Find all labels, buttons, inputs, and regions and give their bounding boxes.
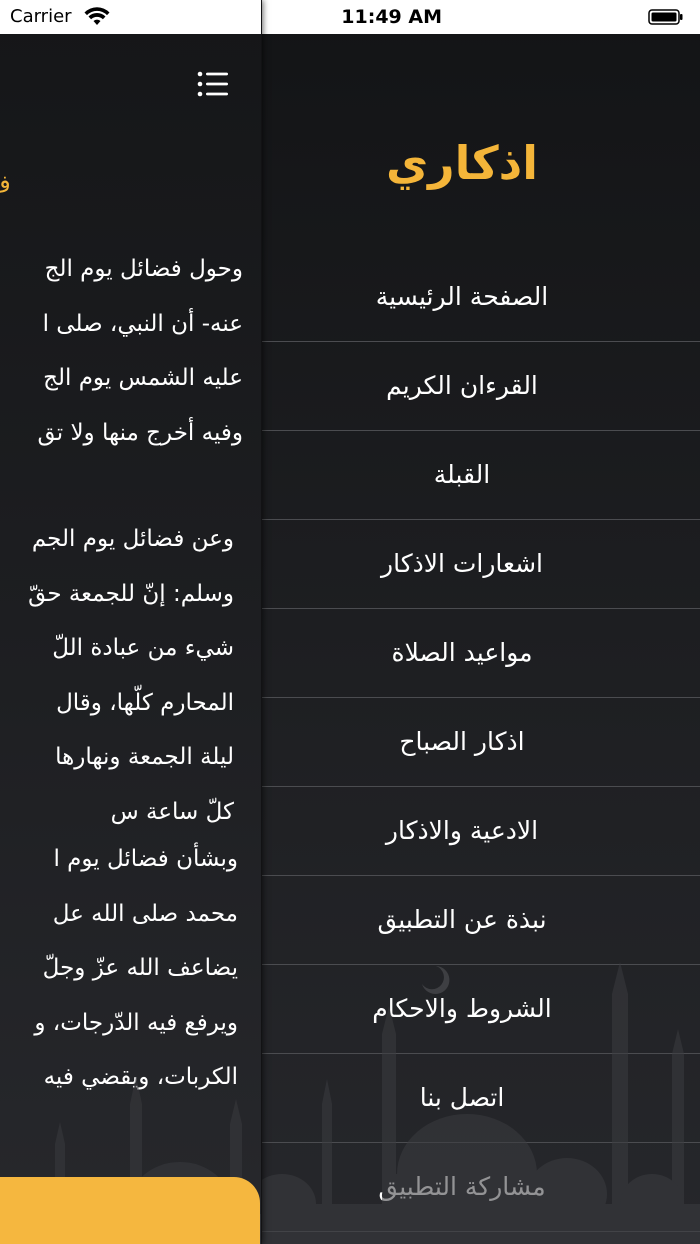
menu-item-label: اشعارات الاذكار [381, 549, 543, 578]
section-heading: ف [0, 170, 11, 198]
battery-icon [648, 9, 683, 25]
paragraph-line: المحارم كلّها، وقال [56, 689, 234, 716]
paragraph-line: عنه- أن النبي، صلى ا [42, 310, 243, 337]
paragraph-line: عليه الشمس يوم الج [43, 365, 243, 391]
menu-item-label: القرءان الكريم [386, 371, 538, 400]
menu-item[interactable]: القرءان الكريم [262, 342, 700, 431]
paragraph-line: ليلة الجمعة ونهارها [55, 744, 234, 770]
mosque-silhouette-decoration [262, 962, 700, 1244]
content-panel: Carrier ف وحول فضائل يوم الج عنه- أن النب… [0, 0, 261, 1244]
paragraph-line: يضاعف الله عزّ وجلّ [42, 955, 238, 981]
menu-item-label: القبلة [433, 460, 491, 489]
menu-item-label: اذكار الصباح [399, 727, 525, 756]
menu-item[interactable]: الادعية والاذكار [262, 787, 700, 876]
paragraph-line: وعن فضائل يوم الجم [31, 526, 234, 552]
status-time: 11:49 AM [341, 6, 442, 28]
paragraph-line: محمد صلى الله عل [52, 900, 238, 927]
menu-item-label: الصفحة الرئيسية [375, 282, 549, 311]
menu-item[interactable]: القبلة [262, 431, 700, 520]
paragraph-line: كلّ ساعة س [110, 798, 234, 825]
paragraph-line: وبشأن فضائل يوم ا [53, 846, 238, 872]
wifi-icon [84, 7, 110, 25]
menu-item[interactable]: الصفحة الرئيسية [262, 253, 700, 342]
menu-item-label: الادعية والاذكار [385, 816, 539, 845]
bottom-action-button[interactable] [0, 1177, 260, 1244]
paragraph-line: وحول فضائل يوم الج [44, 256, 243, 282]
status-bar-left: Carrier [0, 0, 261, 34]
status-bar-right: 11:49 AM [262, 0, 700, 34]
paragraph-line: وسلم: إنّ للجمعة حقّ [28, 580, 234, 607]
menu-item[interactable]: اشعارات الاذكار [262, 520, 700, 609]
carrier-label: Carrier [10, 6, 72, 27]
menu-item[interactable]: اذكار الصباح [262, 698, 700, 787]
menu-item-label: مواعيد الصلاة [391, 638, 533, 667]
menu-item[interactable]: مواعيد الصلاة [262, 609, 700, 698]
app-title: اذكاري [385, 136, 539, 190]
hamburger-list-icon[interactable] [196, 68, 230, 100]
paragraph-2: وعن فضائل يوم الجم وسلم: إنّ للجمعة حقّ شي… [0, 512, 234, 839]
paragraph-line: وفيه أخرج منها ولا تق [37, 419, 243, 446]
paragraph-1: وحول فضائل يوم الج عنه- أن النبي، صلى ا عل… [0, 242, 243, 460]
paragraph-line: شيء من عبادة اللّ [52, 635, 234, 661]
